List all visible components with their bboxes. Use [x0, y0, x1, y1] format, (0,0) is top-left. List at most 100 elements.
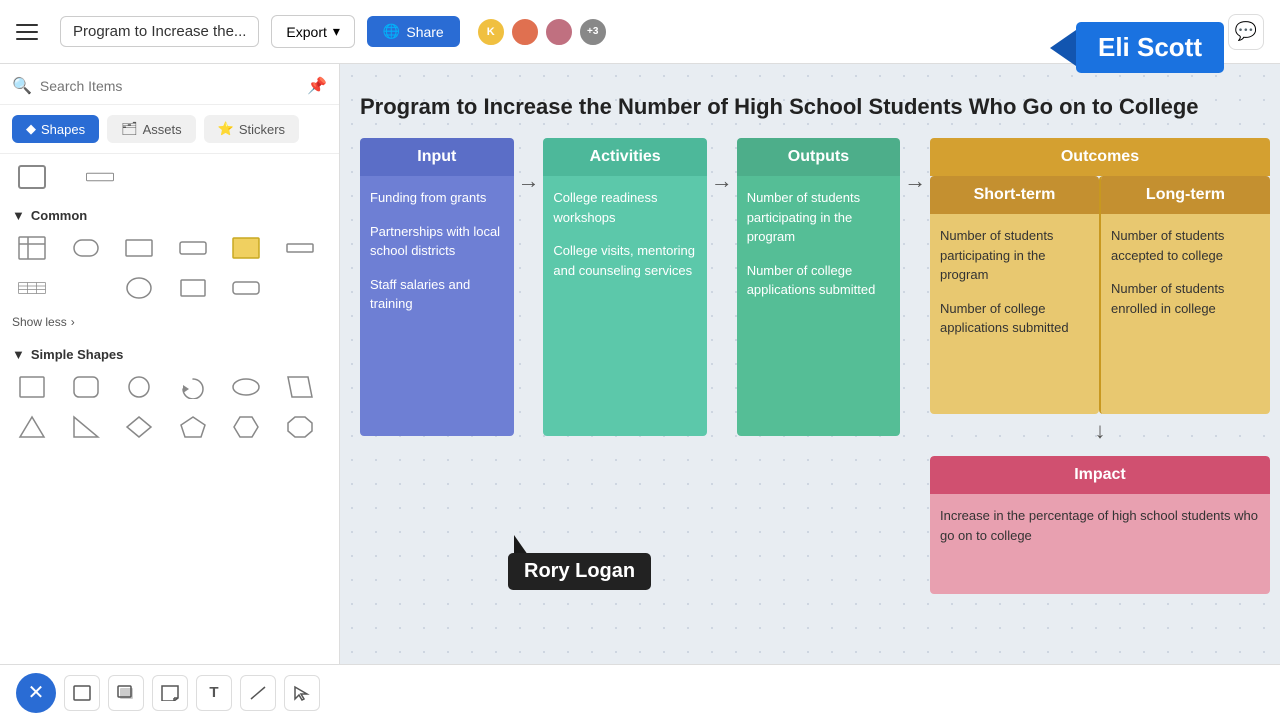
outputs-item-1: Number of students participating in the …: [747, 188, 891, 247]
long-term-header: Long-term: [1101, 176, 1270, 214]
input-item-2: Partnerships with local school districts: [370, 222, 504, 261]
shape-table[interactable]: [12, 231, 52, 265]
outcomes-wrapper: Outcomes Short-term Number of students p…: [930, 138, 1270, 594]
note-tool[interactable]: [152, 675, 188, 711]
chevron-down-icon: ▼: [12, 347, 25, 362]
show-less-button[interactable]: Show less ›: [12, 313, 327, 331]
outcomes-cols: Short-term Number of students participat…: [930, 176, 1270, 414]
pin-icon[interactable]: 📌: [307, 76, 327, 96]
outputs-header: Outputs: [737, 138, 901, 176]
long-term-body: Number of students accepted to college N…: [1101, 214, 1270, 414]
outputs-column: Outputs Number of students participating…: [737, 138, 901, 436]
shape-grid-table[interactable]: [12, 271, 52, 305]
bottom-toolbar: ✕ T: [0, 664, 1280, 720]
shape-square[interactable]: [12, 370, 52, 404]
shape-tabs: ◆ Shapes 🗂 Assets ⭐ Stickers: [0, 105, 339, 154]
shape-oval[interactable]: [226, 370, 266, 404]
diagram: Program to Increase the Number of High S…: [360, 94, 1270, 594]
shape-rounded-square[interactable]: [66, 370, 106, 404]
long-term-item-1: Number of students accepted to college: [1111, 226, 1260, 265]
outputs-item-2: Number of college applications submitted: [747, 261, 891, 300]
text-icon: T: [209, 684, 218, 701]
tab-stickers[interactable]: ⭐ Stickers: [204, 115, 299, 143]
long-term-column: Long-term Number of students accepted to…: [1099, 176, 1270, 414]
impact-column: Impact Increase in the percentage of hig…: [930, 456, 1270, 594]
menu-button[interactable]: [16, 16, 48, 48]
simple-shapes-section: ▼ Simple Shapes: [0, 339, 339, 460]
search-input[interactable]: [40, 78, 299, 94]
shadow-rect-tool[interactable]: [108, 675, 144, 711]
activities-item-2: College visits, mentoring and counseling…: [553, 241, 697, 280]
diagram-flow: Input Funding from grants Partnerships w…: [360, 138, 1270, 594]
x-icon: ✕: [28, 680, 45, 705]
shape-wide-rect2[interactable]: [226, 271, 266, 305]
avatar-1: K: [476, 17, 506, 47]
document-title: Program to Increase the...: [60, 16, 259, 47]
common-section-header[interactable]: ▼ Common: [12, 208, 327, 223]
activities-header: Activities: [543, 138, 707, 176]
input-item-1: Funding from grants: [370, 188, 504, 208]
shape-circle[interactable]: [119, 370, 159, 404]
short-term-body: Number of students participating in the …: [930, 214, 1099, 414]
shape-rounded-rect[interactable]: [66, 231, 106, 265]
tab-assets[interactable]: 🗂 Assets: [107, 115, 196, 143]
chevron-right-icon: ›: [71, 315, 75, 329]
pointer-tool[interactable]: [284, 675, 320, 711]
shape-input-field[interactable]: [173, 231, 213, 265]
shape-plain-rect[interactable]: [173, 271, 213, 305]
name-tag-eli: Eli Scott: [1050, 22, 1224, 73]
collaborators-avatars: K +3: [476, 17, 608, 47]
export-button[interactable]: Export ▾: [271, 15, 355, 48]
sidebar: 🔍 📌 ◆ Shapes 🗂 Assets ⭐ Stickers ▼ Commo…: [0, 64, 340, 720]
outputs-body: Number of students participating in the …: [737, 176, 901, 436]
activities-body: College readiness workshops College visi…: [543, 176, 707, 436]
shape-preview-1[interactable]: [12, 160, 52, 194]
shape-diamond[interactable]: [119, 410, 159, 444]
arrow-input-activities: →: [514, 168, 544, 194]
arrow-outcomes-impact: ↓: [930, 414, 1270, 448]
canvas[interactable]: Program to Increase the Number of High S…: [340, 64, 1280, 720]
top-shape-row: [0, 154, 339, 200]
search-bar: 🔍 📌: [0, 64, 339, 105]
shape-ellipse-small[interactable]: [119, 271, 159, 305]
shape-wide-rect[interactable]: [119, 231, 159, 265]
search-icon: 🔍: [12, 76, 32, 96]
shape-yellow-rect[interactable]: [226, 231, 266, 265]
arrow-outputs-outcomes: →: [900, 168, 930, 194]
shape-right-triangle[interactable]: [66, 410, 106, 444]
shape-cycle[interactable]: [173, 370, 213, 404]
common-shapes-grid: [12, 231, 327, 305]
common-section: ▼ Common: [0, 200, 339, 339]
diagram-title: Program to Increase the Number of High S…: [360, 94, 1270, 120]
shape-preview-2[interactable]: [60, 160, 140, 194]
short-term-column: Short-term Number of students participat…: [930, 176, 1099, 414]
chevron-down-icon: ▼: [12, 208, 25, 223]
simple-shapes-header[interactable]: ▼ Simple Shapes: [12, 347, 327, 362]
chat-button[interactable]: 💬: [1228, 14, 1264, 50]
stickers-tab-icon: ⭐: [218, 121, 234, 137]
share-button[interactable]: 🌐 Share: [367, 16, 460, 47]
shape-pentagon[interactable]: [173, 410, 213, 444]
line-tool[interactable]: [240, 675, 276, 711]
close-tool-button[interactable]: ✕: [16, 673, 56, 713]
shape-wide-line[interactable]: [280, 231, 320, 265]
avatar-more: +3: [578, 17, 608, 47]
shape-parallelogram[interactable]: [280, 370, 320, 404]
outcomes-header: Outcomes: [930, 138, 1270, 176]
short-term-item-2: Number of college applications submitted: [940, 299, 1089, 338]
arrow-activities-outputs: →: [707, 168, 737, 194]
chevron-down-icon: ▾: [333, 23, 340, 40]
globe-icon: 🌐: [383, 23, 400, 40]
text-tool[interactable]: T: [196, 675, 232, 711]
assets-tab-icon: 🗂: [121, 121, 138, 137]
input-header: Input: [360, 138, 514, 176]
shape-octagon[interactable]: [280, 410, 320, 444]
shape-triangle[interactable]: [12, 410, 52, 444]
rectangle-tool[interactable]: [64, 675, 100, 711]
long-term-item-2: Number of students enrolled in college: [1111, 279, 1260, 318]
input-body: Funding from grants Partnerships with lo…: [360, 176, 514, 436]
impact-wrapper: Impact Increase in the percentage of hig…: [930, 456, 1270, 594]
tab-shapes[interactable]: ◆ Shapes: [12, 115, 99, 143]
cursor-tag-rory: Rory Logan: [508, 535, 651, 590]
shape-hexagon[interactable]: [226, 410, 266, 444]
